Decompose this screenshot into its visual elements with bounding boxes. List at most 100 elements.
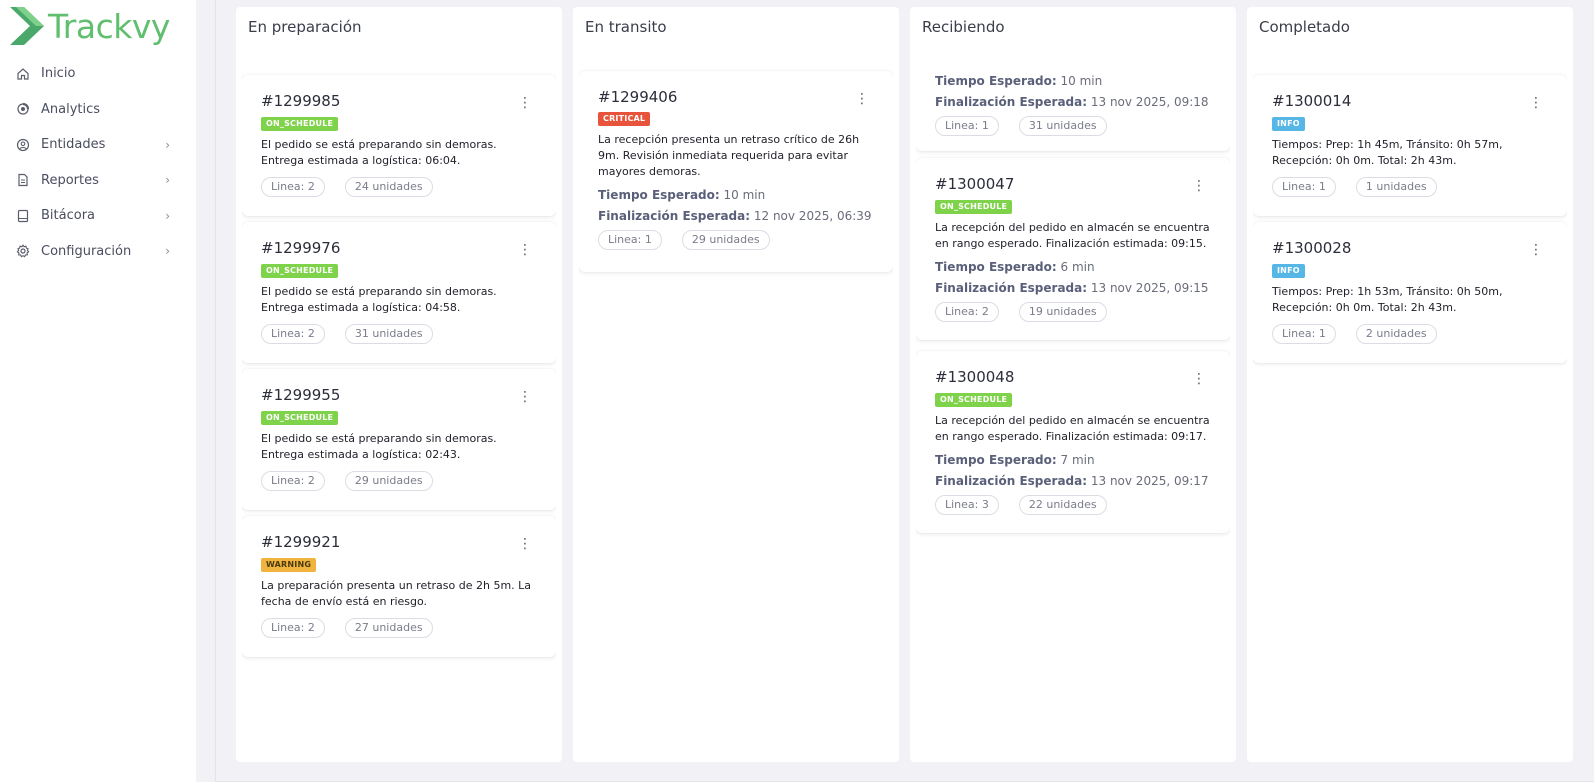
line-chip: Linea: 1 — [598, 230, 662, 250]
order-card[interactable]: #1300048 ⋮ ON_SCHEDULE La recepción del … — [916, 351, 1230, 533]
order-chips: Linea: 3 22 unidades — [935, 495, 1107, 515]
units-chip: 1 unidades — [1355, 177, 1437, 197]
expected-time-value: 10 min — [723, 188, 766, 202]
column-body[interactable]: #1299985 ⋮ ON_SCHEDULE El pedido se está… — [242, 63, 556, 762]
units-chip: 31 unidades — [1018, 116, 1107, 136]
expected-time-label: Tiempo Esperado: — [598, 188, 720, 202]
order-description: La recepción presenta un retraso crítico… — [598, 133, 860, 178]
column-title: Recibiendo — [922, 18, 1005, 36]
order-chips: Linea: 1 2 unidades — [1272, 324, 1437, 344]
status-badge: INFO — [1272, 117, 1305, 131]
expected-time-label: Tiempo Esperado: — [935, 74, 1057, 88]
status-badge: ON_SCHEDULE — [261, 264, 339, 278]
column-recibiendo: Recibiendo Tiempo Esperado: 10 min Final… — [910, 7, 1236, 762]
book-icon — [16, 209, 30, 223]
line-chip: Linea: 2 — [261, 618, 325, 638]
line-chip: Linea: 2 — [261, 324, 325, 344]
line-chip: Linea: 2 — [261, 471, 325, 491]
order-chips: Linea: 2 27 unidades — [261, 618, 433, 638]
chevron-right-icon: › — [165, 244, 170, 259]
expected-end-value: 12 nov 2025, 06:39 — [753, 209, 872, 223]
order-card[interactable]: #1299955 ⋮ ON_SCHEDULE El pedido se está… — [242, 369, 556, 510]
status-badge: ON_SCHEDULE — [261, 411, 339, 425]
more-vertical-icon[interactable]: ⋮ — [518, 537, 532, 551]
gear-icon — [16, 244, 30, 258]
expected-time-label: Tiempo Esperado: — [935, 260, 1057, 274]
sidebar-item-label: Analytics — [41, 101, 101, 117]
order-description: El pedido se está preparando sin demoras… — [261, 432, 497, 461]
order-description: El pedido se está preparando sin demoras… — [261, 285, 497, 314]
order-chips: Linea: 2 29 unidades — [261, 471, 433, 491]
expected-end-value: 13 nov 2025, 09:17 — [1090, 474, 1209, 488]
expected-time: Tiempo Esperado: 10 min — [935, 74, 1102, 88]
order-card[interactable]: #1300014 ⋮ INFO Tiempos: Prep: 1h 45m, T… — [1253, 75, 1567, 216]
expected-end-label: Finalización Esperada: — [935, 95, 1088, 109]
column-title: En preparación — [248, 18, 362, 36]
order-card[interactable]: #1299921 ⋮ WARNING La preparación presen… — [242, 516, 556, 657]
more-vertical-icon[interactable]: ⋮ — [518, 96, 532, 110]
order-chips: Linea: 1 29 unidades — [598, 230, 770, 250]
order-card[interactable]: #1299406 ⋮ CRITICAL La recepción present… — [579, 71, 893, 272]
order-card[interactable]: #1299985 ⋮ ON_SCHEDULE El pedido se está… — [242, 75, 556, 216]
expected-end: Finalización Esperada: 12 nov 2025, 06:3… — [598, 209, 872, 223]
order-description: Tiempos: Prep: 1h 45m, Tránsito: 0h 57m,… — [1272, 138, 1503, 167]
expected-time-value: 6 min — [1060, 260, 1095, 274]
kanban-board: En preparación #1299985 ⋮ ON_SCHEDULE El… — [215, 0, 1594, 782]
order-id: #1300047 — [935, 175, 1015, 193]
sidebar-item-label: Inicio — [41, 66, 76, 82]
order-chips: Linea: 2 24 unidades — [261, 177, 433, 197]
units-chip: 2 unidades — [1355, 324, 1437, 344]
order-id: #1299976 — [261, 239, 341, 257]
sidebar-nav: Inicio Analytics Entidades › Reportes › — [0, 56, 196, 269]
expected-time: Tiempo Esperado: 7 min — [935, 453, 1095, 467]
more-vertical-icon[interactable]: ⋮ — [518, 243, 532, 257]
line-chip: Linea: 3 — [935, 495, 999, 515]
more-vertical-icon[interactable]: ⋮ — [1529, 243, 1543, 257]
sidebar-item-analytics[interactable]: Analytics — [0, 92, 196, 128]
expected-time-value: 7 min — [1060, 453, 1095, 467]
more-vertical-icon[interactable]: ⋮ — [855, 92, 869, 106]
expected-time-value: 10 min — [1060, 74, 1103, 88]
status-badge: INFO — [1272, 264, 1305, 278]
column-completado: Completado #1300014 ⋮ INFO Tiempos: Prep… — [1247, 7, 1573, 762]
status-badge: ON_SCHEDULE — [935, 393, 1013, 407]
units-chip: 31 unidades — [344, 324, 433, 344]
units-chip: 24 unidades — [344, 177, 433, 197]
units-chip: 19 unidades — [1018, 302, 1107, 322]
sidebar-item-configuracion[interactable]: Configuración › — [0, 234, 196, 270]
expected-time: Tiempo Esperado: 6 min — [935, 260, 1095, 274]
sidebar-item-label: Reportes — [41, 172, 99, 188]
order-id: #1299406 — [598, 88, 678, 106]
sidebar-item-reportes[interactable]: Reportes › — [0, 163, 196, 199]
order-chips: Linea: 2 19 unidades — [935, 302, 1107, 322]
order-chips: Linea: 2 31 unidades — [261, 324, 433, 344]
units-chip: 29 unidades — [681, 230, 770, 250]
order-card[interactable]: #1300028 ⋮ INFO Tiempos: Prep: 1h 53m, T… — [1253, 222, 1567, 363]
more-vertical-icon[interactable]: ⋮ — [1529, 96, 1543, 110]
line-chip: Linea: 2 — [261, 177, 325, 197]
order-description: Tiempos: Prep: 1h 53m, Tránsito: 0h 50m,… — [1272, 285, 1503, 314]
sidebar-item-entidades[interactable]: Entidades › — [0, 127, 196, 163]
column-body[interactable]: #1300014 ⋮ INFO Tiempos: Prep: 1h 45m, T… — [1253, 63, 1567, 762]
order-id: #1300048 — [935, 368, 1015, 386]
expected-end-label: Finalización Esperada: — [935, 474, 1088, 488]
column-title: En transito — [585, 18, 667, 36]
app-logo[interactable]: Trackvy — [10, 6, 170, 46]
expected-time-label: Tiempo Esperado: — [935, 453, 1057, 467]
order-card[interactable]: Tiempo Esperado: 10 min Finalización Esp… — [916, 63, 1230, 151]
sidebar: Trackvy Inicio Analytics Entidades › Rep… — [0, 0, 196, 782]
order-card[interactable]: #1299976 ⋮ ON_SCHEDULE El pedido se está… — [242, 222, 556, 363]
sidebar-item-inicio[interactable]: Inicio — [0, 56, 196, 92]
sidebar-item-bitacora[interactable]: Bitácora › — [0, 198, 196, 234]
line-chip: Linea: 2 — [935, 302, 999, 322]
expected-end-value: 13 nov 2025, 09:18 — [1090, 95, 1209, 109]
more-vertical-icon[interactable]: ⋮ — [1192, 179, 1206, 193]
column-body[interactable]: Tiempo Esperado: 10 min Finalización Esp… — [916, 63, 1230, 762]
more-vertical-icon[interactable]: ⋮ — [518, 390, 532, 404]
units-chip: 27 unidades — [344, 618, 433, 638]
sidebar-item-label: Entidades — [41, 137, 106, 153]
more-vertical-icon[interactable]: ⋮ — [1192, 372, 1206, 386]
order-card[interactable]: #1300047 ⋮ ON_SCHEDULE La recepción del … — [916, 158, 1230, 340]
user-circle-icon — [16, 138, 30, 152]
column-body[interactable]: #1299406 ⋮ CRITICAL La recepción present… — [579, 63, 893, 762]
